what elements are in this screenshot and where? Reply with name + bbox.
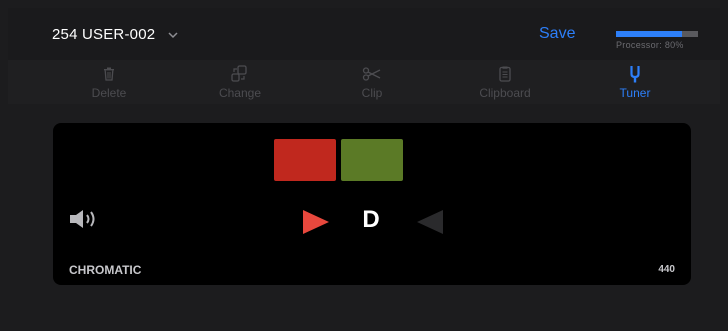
sharp-arrow-icon (417, 210, 443, 234)
flat-arrow-icon (303, 210, 329, 234)
edit-toolbar: Delete Change Clip Clipboard Tuner (8, 60, 720, 104)
preset-name: 254 USER-002 (52, 26, 156, 43)
tuner-panel: D CHROMATIC 440 (53, 123, 691, 285)
speaker-icon[interactable] (69, 209, 101, 229)
clipboard-icon (499, 66, 511, 82)
delete-button[interactable]: Delete (64, 64, 154, 100)
change-label: Change (218, 86, 262, 100)
change-button[interactable]: Change (195, 64, 285, 100)
clip-label: Clip (361, 86, 383, 100)
processor-meter-fill (616, 31, 682, 37)
tuner-label: Tuner (619, 86, 651, 100)
tuner-button[interactable]: Tuner (590, 64, 680, 100)
flat-indicator-block (274, 139, 336, 181)
clipboard-button[interactable]: Clipboard (460, 64, 550, 100)
change-icon (231, 65, 247, 82)
clipboard-label: Clipboard (479, 86, 531, 100)
tuner-mode[interactable]: CHROMATIC (69, 263, 141, 277)
preset-selector[interactable]: 254 USER-002 (52, 26, 179, 43)
chevron-down-icon (168, 31, 178, 38)
sharp-indicator-block (341, 139, 403, 181)
tuning-fork-icon (630, 66, 640, 83)
reference-pitch[interactable]: 440 (658, 264, 675, 275)
save-button[interactable]: Save (539, 25, 575, 43)
top-bar: 254 USER-002 Save Processor: 80% (8, 8, 720, 60)
detected-note: D (362, 206, 380, 233)
processor-meter (616, 31, 698, 37)
clip-button[interactable]: Clip (327, 64, 417, 100)
trash-icon (104, 67, 114, 81)
delete-label: Delete (91, 86, 127, 100)
processor-label: Processor: 80% (616, 40, 684, 50)
scissors-icon (362, 67, 381, 81)
